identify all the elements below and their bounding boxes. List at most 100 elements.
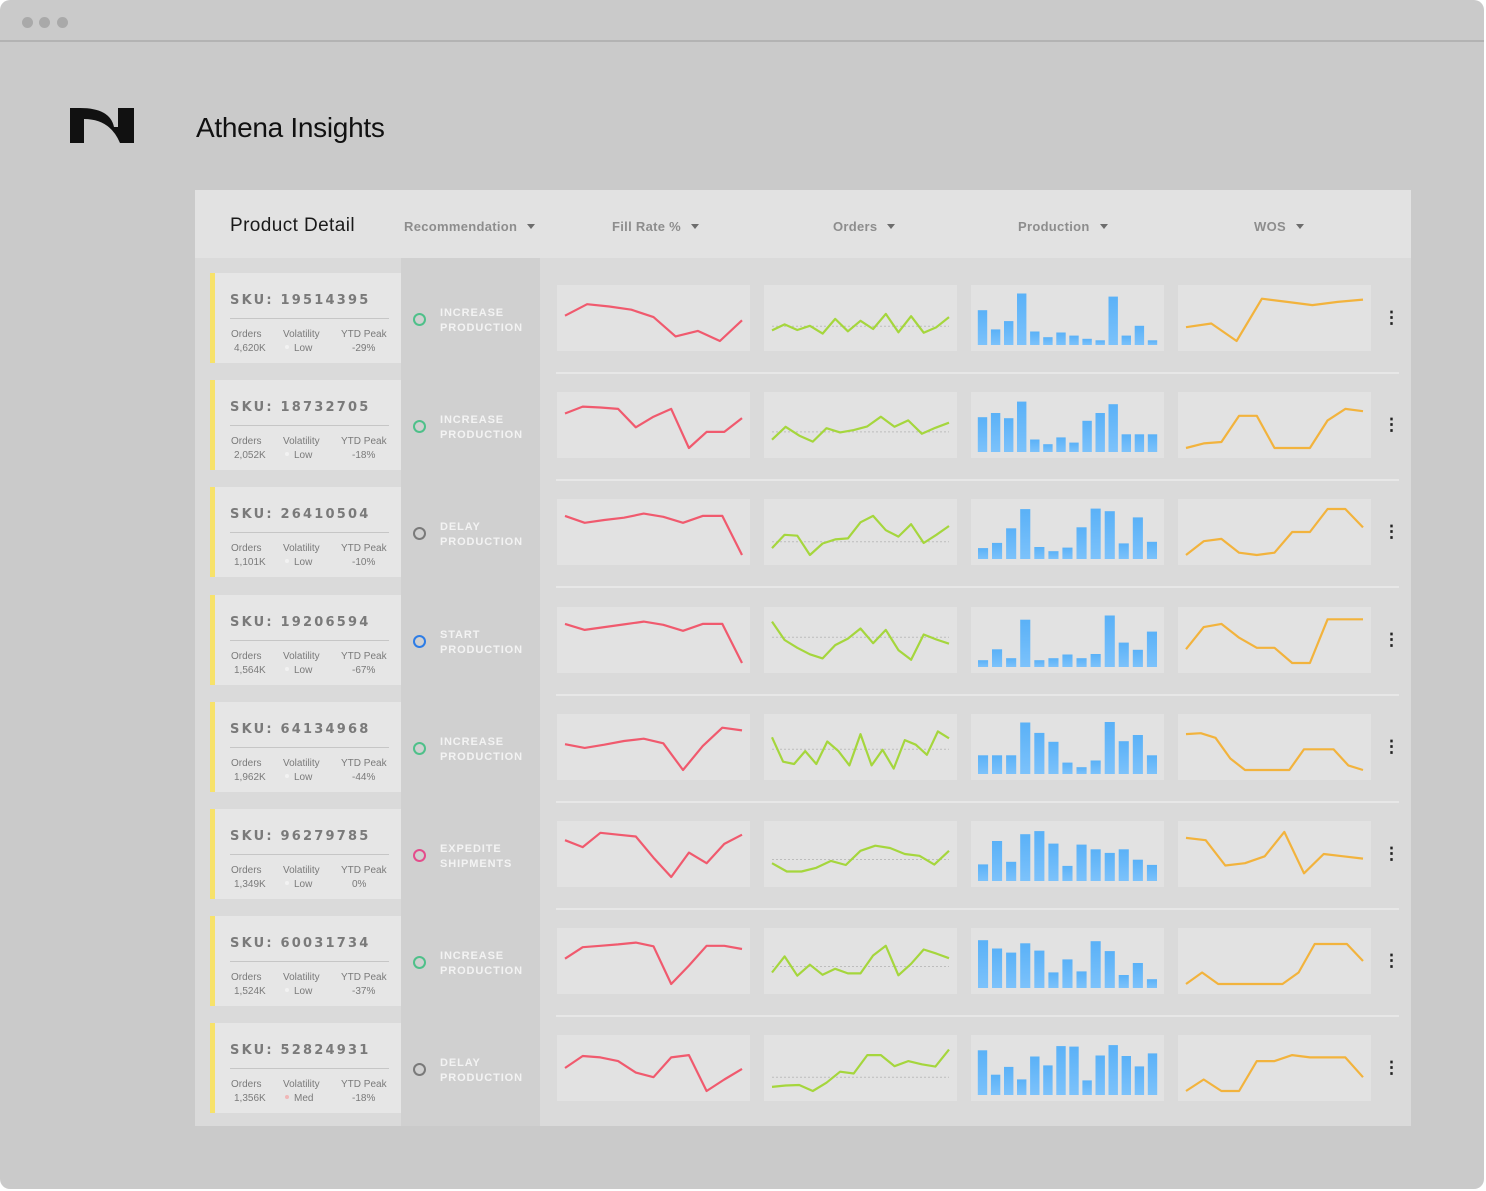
fill-rate-sparkline[interactable] <box>557 499 750 565</box>
production-sparkbar[interactable] <box>971 714 1164 780</box>
orders-label: Orders <box>231 651 262 662</box>
sku-card[interactable]: SKU: 52824931 Orders Volatility YTD Peak 1,3… <box>210 1023 401 1113</box>
row-divider <box>556 801 1399 803</box>
production-bar <box>992 649 1003 667</box>
production-sparkbar[interactable] <box>971 928 1164 994</box>
fill-rate-line <box>564 620 743 664</box>
production-bar <box>1104 951 1115 988</box>
wos-sparkline[interactable] <box>1178 714 1371 780</box>
production-sparkbar[interactable] <box>971 821 1164 887</box>
production-sparkbar[interactable] <box>971 1035 1164 1101</box>
fill-rate-sparkline[interactable] <box>557 1035 750 1101</box>
recommendation-text: INCREASE PRODUCTION <box>440 414 523 441</box>
sku-card[interactable]: SKU: 64134968 Orders Volatility YTD Peak 1,9… <box>210 702 401 792</box>
wos-sparkline[interactable] <box>1178 607 1371 673</box>
wos-sparkline[interactable] <box>1178 928 1371 994</box>
window-maximize-dot[interactable] <box>57 17 68 28</box>
wos-sparkline[interactable] <box>1178 821 1371 887</box>
production-bar <box>1076 527 1087 559</box>
production-bar <box>1104 615 1115 667</box>
sku-card[interactable]: SKU: 26410504 Orders Volatility YTD Peak 1,1… <box>210 487 401 577</box>
production-chart <box>977 293 1158 345</box>
more-options-icon[interactable]: ⋮ <box>1383 845 1400 863</box>
fill-rate-line <box>564 726 743 772</box>
window-minimize-dot[interactable] <box>39 17 50 28</box>
volatility-dot-icon <box>285 452 289 456</box>
row-divider <box>556 586 1399 588</box>
wos-line <box>1185 618 1363 665</box>
wos-sparkline[interactable] <box>1178 1035 1371 1101</box>
production-bar <box>1034 831 1045 881</box>
more-options-icon[interactable]: ⋮ <box>1383 952 1400 970</box>
window-close-dot[interactable] <box>22 17 33 28</box>
production-bar <box>1006 658 1017 667</box>
recommendation-column <box>401 258 540 1126</box>
production-sparkbar[interactable] <box>971 285 1164 351</box>
fill-rate-line <box>564 512 743 556</box>
orders-chart <box>771 312 950 335</box>
fill-rate-sparkline[interactable] <box>557 821 750 887</box>
production-sparkbar[interactable] <box>971 392 1164 458</box>
volatility-text: Low <box>294 879 313 890</box>
production-bar <box>1146 979 1157 988</box>
wos-sparkline[interactable] <box>1178 392 1371 458</box>
column-header-production[interactable]: Production <box>1018 219 1108 234</box>
fill-rate-sparkline[interactable] <box>557 714 750 780</box>
production-bar <box>1104 722 1115 774</box>
column-header-fill-rate[interactable]: Fill Rate % <box>612 219 700 234</box>
divider <box>230 1068 389 1069</box>
fill-rate-sparkline[interactable] <box>557 285 750 351</box>
production-bar <box>1118 975 1129 988</box>
orders-sparkline[interactable] <box>764 1035 957 1101</box>
ytd-peak-label: YTD Peak <box>341 865 387 876</box>
orders-sparkline[interactable] <box>764 392 957 458</box>
fill-rate-sparkline[interactable] <box>557 607 750 673</box>
column-header-recommendation[interactable]: Recommendation <box>404 219 536 234</box>
production-chart <box>977 401 1158 452</box>
orders-value: 1,356K <box>234 1093 266 1104</box>
production-bar <box>1118 849 1129 881</box>
more-options-icon[interactable]: ⋮ <box>1383 631 1400 649</box>
column-header-orders[interactable]: Orders <box>833 219 896 234</box>
orders-value: 1,962K <box>234 772 266 783</box>
sku-card[interactable]: SKU: 60031734 Orders Volatility YTD Peak 1,5… <box>210 916 401 1006</box>
sku-id: SKU: 19514395 <box>230 293 371 308</box>
more-options-icon[interactable]: ⋮ <box>1383 738 1400 756</box>
orders-label: Orders <box>231 436 262 447</box>
fill-rate-line <box>564 831 743 879</box>
sku-card[interactable]: SKU: 19206594 Orders Volatility YTD Peak 1,5… <box>210 595 401 685</box>
orders-sparkline[interactable] <box>764 285 957 351</box>
wos-sparkline[interactable] <box>1178 285 1371 351</box>
more-options-icon[interactable]: ⋮ <box>1383 523 1400 541</box>
orders-sparkline[interactable] <box>764 821 957 887</box>
production-bar <box>1017 1079 1027 1095</box>
more-options-icon[interactable]: ⋮ <box>1383 416 1400 434</box>
fill-rate-sparkline[interactable] <box>557 928 750 994</box>
more-options-icon[interactable]: ⋮ <box>1383 1059 1400 1077</box>
fill-rate-chart <box>564 1054 743 1093</box>
orders-sparkline[interactable] <box>764 607 957 673</box>
sku-card[interactable]: SKU: 18732705 Orders Volatility YTD Peak 2,0… <box>210 380 401 470</box>
production-bar <box>1076 658 1087 667</box>
production-sparkbar[interactable] <box>971 607 1164 673</box>
production-chart <box>978 615 1157 667</box>
orders-sparkline[interactable] <box>764 714 957 780</box>
recommendation-text: INCREASE PRODUCTION <box>440 736 523 763</box>
orders-sparkline[interactable] <box>764 928 957 994</box>
recommendation-text: INCREASE PRODUCTION <box>440 307 523 334</box>
orders-sparkline[interactable] <box>764 499 957 565</box>
status-ring-icon <box>413 956 426 969</box>
sku-card[interactable]: SKU: 19514395 Orders Volatility YTD Peak 4,6… <box>210 273 401 363</box>
fill-rate-sparkline[interactable] <box>557 392 750 458</box>
sku-card[interactable]: SKU: 96279785 Orders Volatility YTD Peak 1,3… <box>210 809 401 899</box>
wos-chart <box>1185 942 1364 986</box>
wos-sparkline[interactable] <box>1178 499 1371 565</box>
more-options-icon[interactable]: ⋮ <box>1383 309 1400 327</box>
column-header-wos[interactable]: WOS <box>1254 219 1304 234</box>
volatility-text: Low <box>294 665 313 676</box>
production-bar <box>992 948 1003 988</box>
volatility-dot-icon <box>285 881 289 885</box>
production-sparkbar[interactable] <box>971 499 1164 565</box>
orders-value: 1,564K <box>234 665 266 676</box>
sku-id: SKU: 19206594 <box>230 615 371 630</box>
